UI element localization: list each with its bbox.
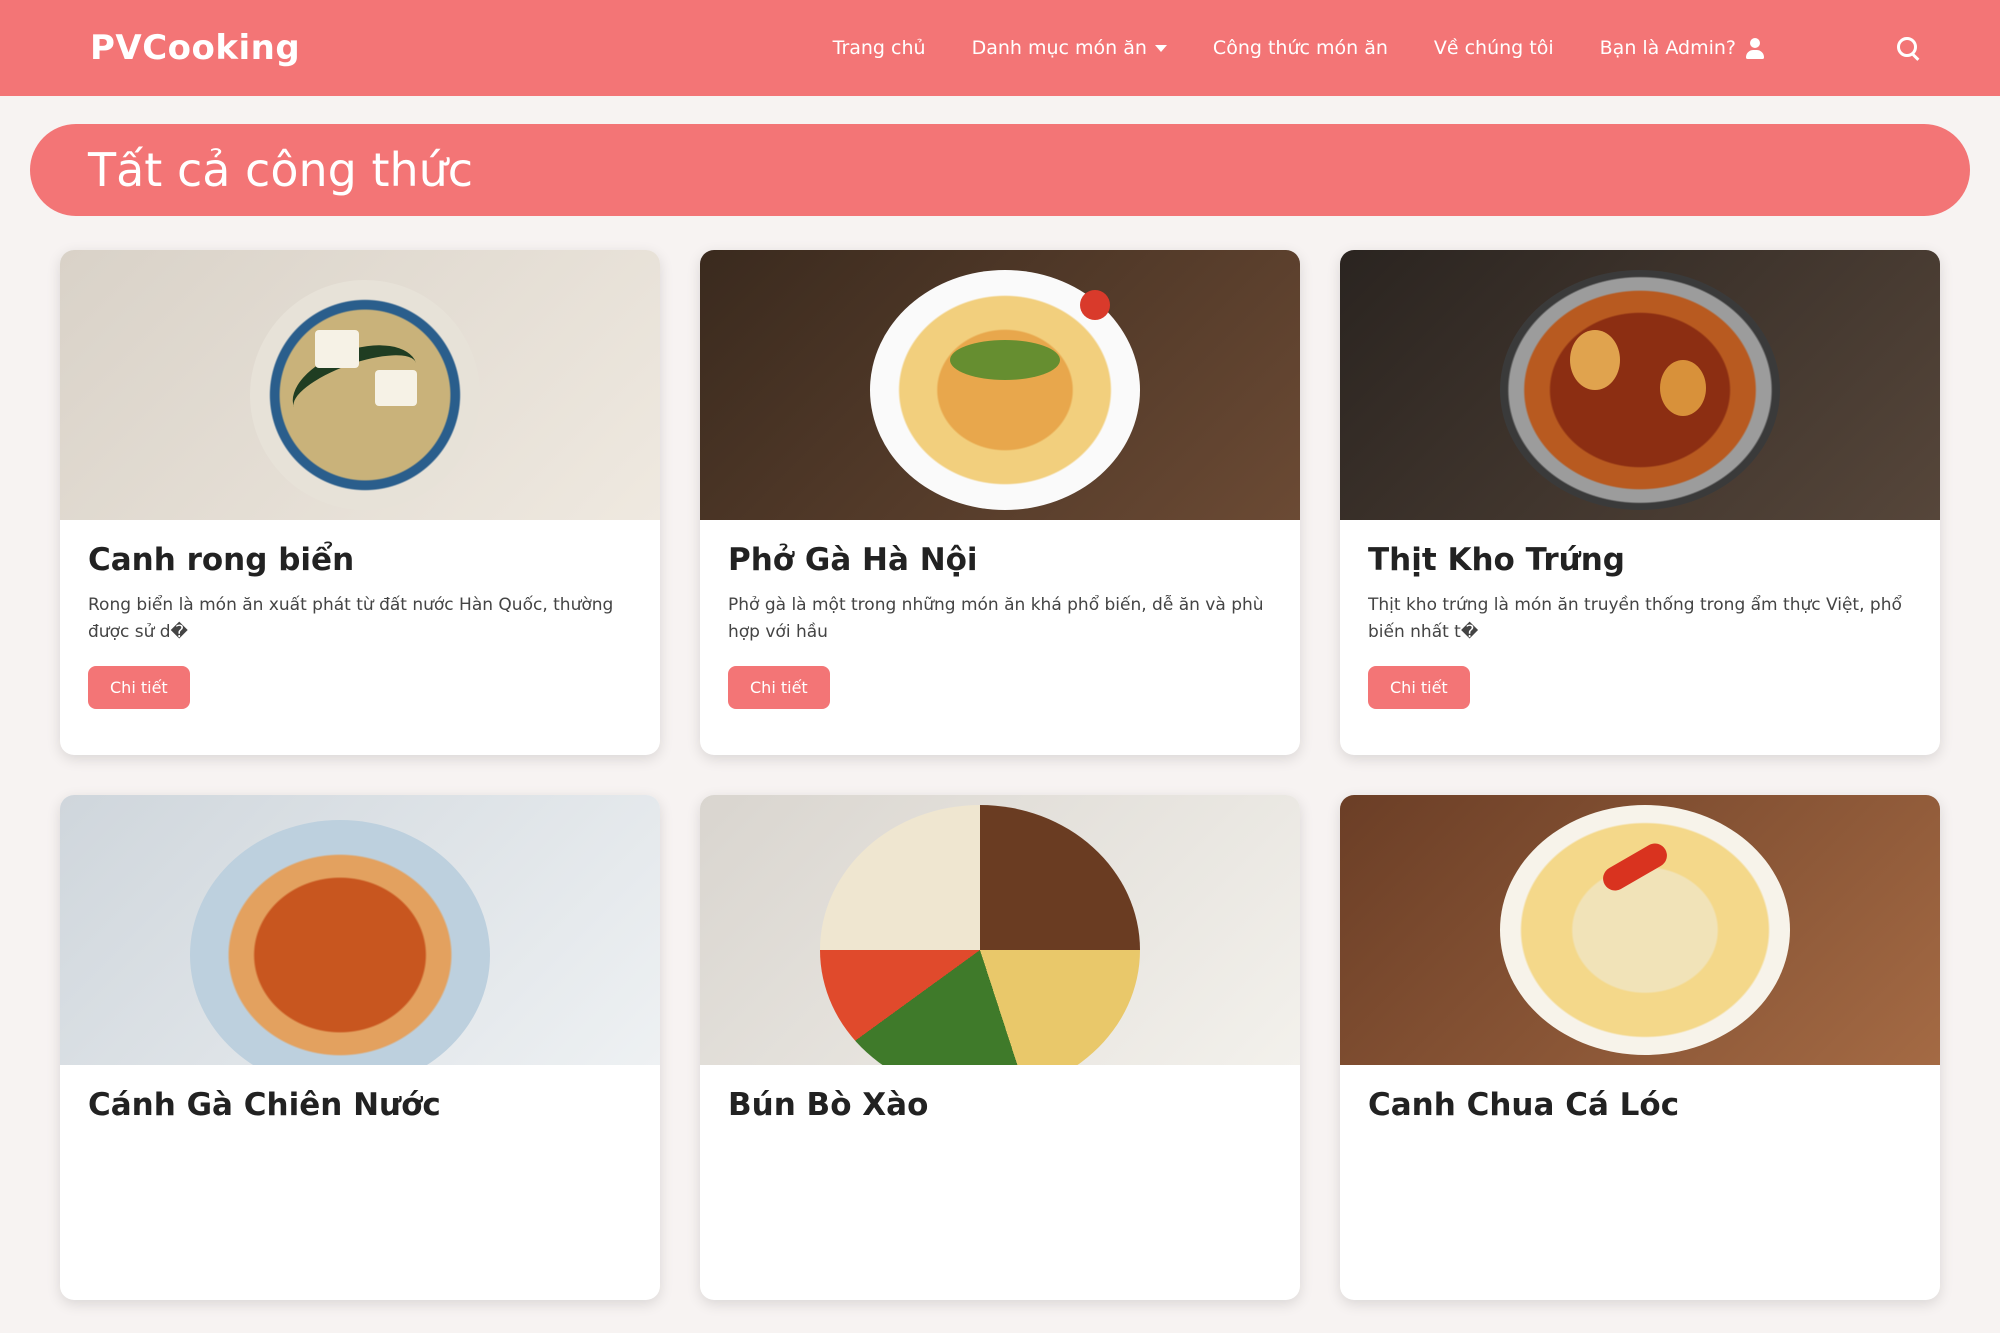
nav-categories-dropdown[interactable]: Danh mục món ăn — [972, 37, 1167, 59]
recipe-card: Thịt Kho Trứng Thịt kho trứng là món ăn … — [1340, 250, 1940, 755]
nav-home[interactable]: Trang chủ — [833, 37, 926, 59]
user-icon — [1744, 37, 1766, 59]
recipe-image[interactable] — [700, 250, 1300, 520]
title-banner: Tất cả công thức — [30, 124, 1970, 216]
recipe-description: Phở gà là một trong những món ăn khá phổ… — [728, 595, 1264, 643]
recipe-card: Phở Gà Hà Nội Phở gà là một trong những … — [700, 250, 1300, 755]
recipe-card: Bún Bò Xào — [700, 795, 1300, 1300]
recipe-card: Canh Chua Cá Lóc — [1340, 795, 1940, 1300]
detail-button[interactable]: Chi tiết — [1368, 666, 1470, 709]
detail-button[interactable]: Chi tiết — [88, 666, 190, 709]
search-button[interactable] — [1886, 26, 1930, 70]
page-title: Tất cả công thức — [88, 143, 474, 197]
chevron-down-icon — [1154, 44, 1167, 52]
brand-logo[interactable]: PVCooking — [90, 28, 300, 68]
recipe-title[interactable]: Phở Gà Hà Nội — [728, 542, 1272, 578]
recipe-image[interactable] — [60, 795, 660, 1065]
recipe-title[interactable]: Canh Chua Cá Lóc — [1368, 1087, 1912, 1123]
recipe-description: Thịt kho trứng là món ăn truyền thống tr… — [1368, 595, 1902, 643]
nav-recipes[interactable]: Công thức món ăn — [1213, 37, 1388, 59]
recipe-title[interactable]: Thịt Kho Trứng — [1368, 542, 1912, 578]
recipe-image[interactable] — [1340, 250, 1940, 520]
navbar: PVCooking Trang chủ Danh mục món ăn Công… — [0, 0, 2000, 96]
search-icon — [1897, 37, 1919, 59]
recipe-description: Rong biển là món ăn xuất phát từ đất nướ… — [88, 595, 614, 643]
nav-categories-label: Danh mục món ăn — [971, 37, 1147, 59]
nav-about[interactable]: Về chúng tôi — [1434, 37, 1554, 59]
recipe-title[interactable]: Bún Bò Xào — [728, 1087, 1272, 1123]
nav-links: Trang chủ Danh mục món ăn Công thức món … — [833, 37, 1766, 59]
recipe-image[interactable] — [60, 250, 660, 520]
recipe-title[interactable]: Cánh Gà Chiên Nước — [88, 1087, 632, 1123]
recipe-title[interactable]: Canh rong biển — [88, 542, 632, 578]
nav-admin-login[interactable]: Bạn là Admin? — [1600, 37, 1766, 59]
recipe-image[interactable] — [1340, 795, 1940, 1065]
recipe-grid: Canh rong biển Rong biển là món ăn xuất … — [60, 250, 1940, 1300]
detail-button[interactable]: Chi tiết — [728, 666, 830, 709]
nav-admin-label: Bạn là Admin? — [1599, 37, 1736, 59]
recipe-image[interactable] — [700, 795, 1300, 1065]
recipe-card: Canh rong biển Rong biển là món ăn xuất … — [60, 250, 660, 755]
recipe-card: Cánh Gà Chiên Nước — [60, 795, 660, 1300]
